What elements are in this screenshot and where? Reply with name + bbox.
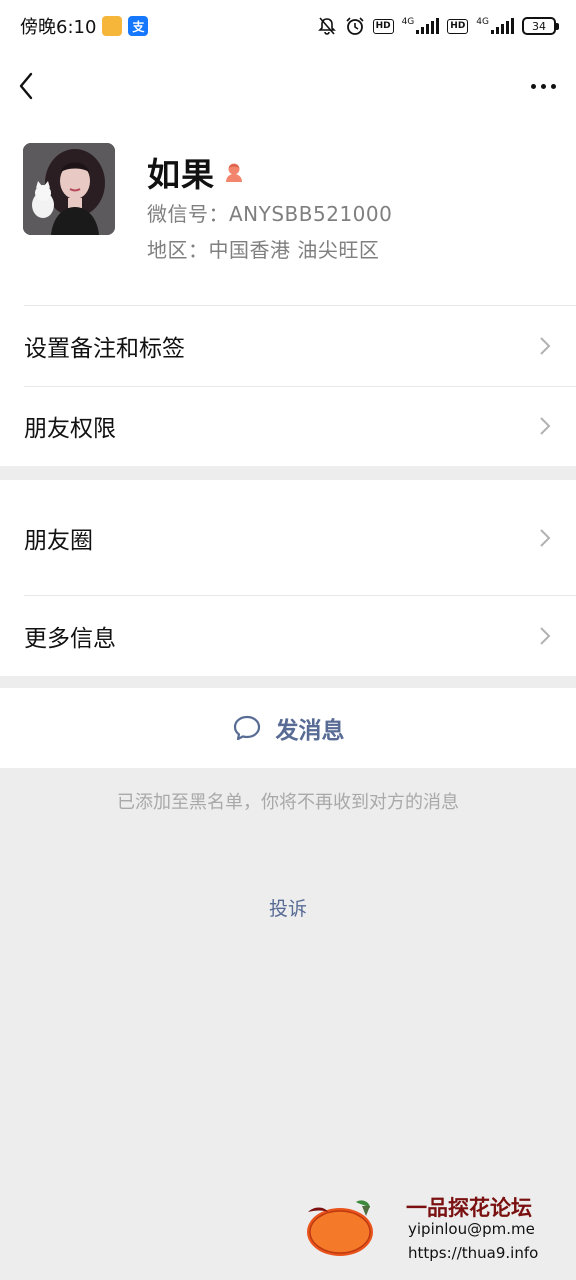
chevron-left-icon [19,72,33,100]
status-bar: 傍晚6:10 支 HD 4G HD 4G 34 [0,0,576,52]
watermark-email: yipinlou@pm.me [408,1220,535,1238]
menu-item-label: 更多信息 [24,625,116,652]
watermark-title: 一品探花论坛 [406,1196,532,1220]
battery-indicator: 34 [522,17,559,35]
moments-item[interactable]: 朋友圈 [0,480,576,595]
blacklist-notice: 已添加至黑名单，你将不再收到对方的消息 [117,792,459,813]
region: 地区：中国香港 油尖旺区 [147,238,380,262]
menu-group-1: 设置备注和标签 朋友权限 [0,306,576,466]
menu-item-label: 设置备注和标签 [24,336,185,362]
contact-name: 如果 [147,155,215,194]
alarm-clock-icon [345,17,364,35]
send-message-button[interactable]: 发消息 [0,688,576,768]
status-right: HD 4G HD 4G 34 [317,16,559,36]
more-dot-icon [541,83,546,89]
menu-group-2: 朋友圈 更多信息 [0,480,576,676]
chevron-right-icon [540,626,551,645]
more-dot-icon [551,83,556,89]
more-info-item[interactable]: 更多信息 [0,595,576,676]
hd-badge-2: HD [447,18,469,34]
mute-bell-icon [317,17,336,35]
back-button[interactable] [18,66,42,106]
menu-item-label: 朋友权限 [24,416,116,442]
menu-item-label: 朋友圈 [24,527,93,554]
hd-badge-1: HD [372,18,394,34]
watermark: 一品探花论坛 yipinlou@pm.me https://thua9.info [304,1188,564,1268]
send-message-label: 发消息 [275,718,345,744]
signal-2: 4G [476,18,514,34]
avatar[interactable] [23,143,115,235]
profile-header: 如果 微信号：ANYSBB521000 地区：中国香港 油尖旺区 [0,120,576,306]
forum-logo-icon [307,1200,373,1256]
female-gender-icon [226,163,242,182]
signal-1: 4G [402,18,440,34]
top-nav [0,52,576,120]
chevron-right-icon [540,528,551,547]
avatar-illustration-icon [23,143,115,235]
network-type-1: 4G [401,17,415,27]
complain-link[interactable]: 投诉 [0,894,576,921]
status-time: 傍晚6:10 [20,17,97,38]
status-left: 傍晚6:10 支 [20,13,149,39]
chevron-right-icon [540,337,551,355]
signal-bars-1-icon [416,18,440,34]
chevron-right-icon [540,417,551,435]
friend-permissions-item[interactable]: 朋友权限 [0,386,576,466]
signal-bars-2-icon [491,18,514,34]
watermark-url: https://thua9.info [408,1244,539,1262]
more-dot-icon [531,83,536,89]
notes-app-icon [102,16,123,36]
name-row: 如果 [147,148,245,196]
more-options-button[interactable] [527,74,560,99]
chat-bubble-icon [233,715,260,741]
remark-and-tags-item[interactable]: 设置备注和标签 [0,306,576,386]
alipay-app-icon: 支 [128,16,149,36]
network-type-2: 4G [476,17,489,27]
wechat-id: 微信号：ANYSBB521000 [147,202,393,226]
